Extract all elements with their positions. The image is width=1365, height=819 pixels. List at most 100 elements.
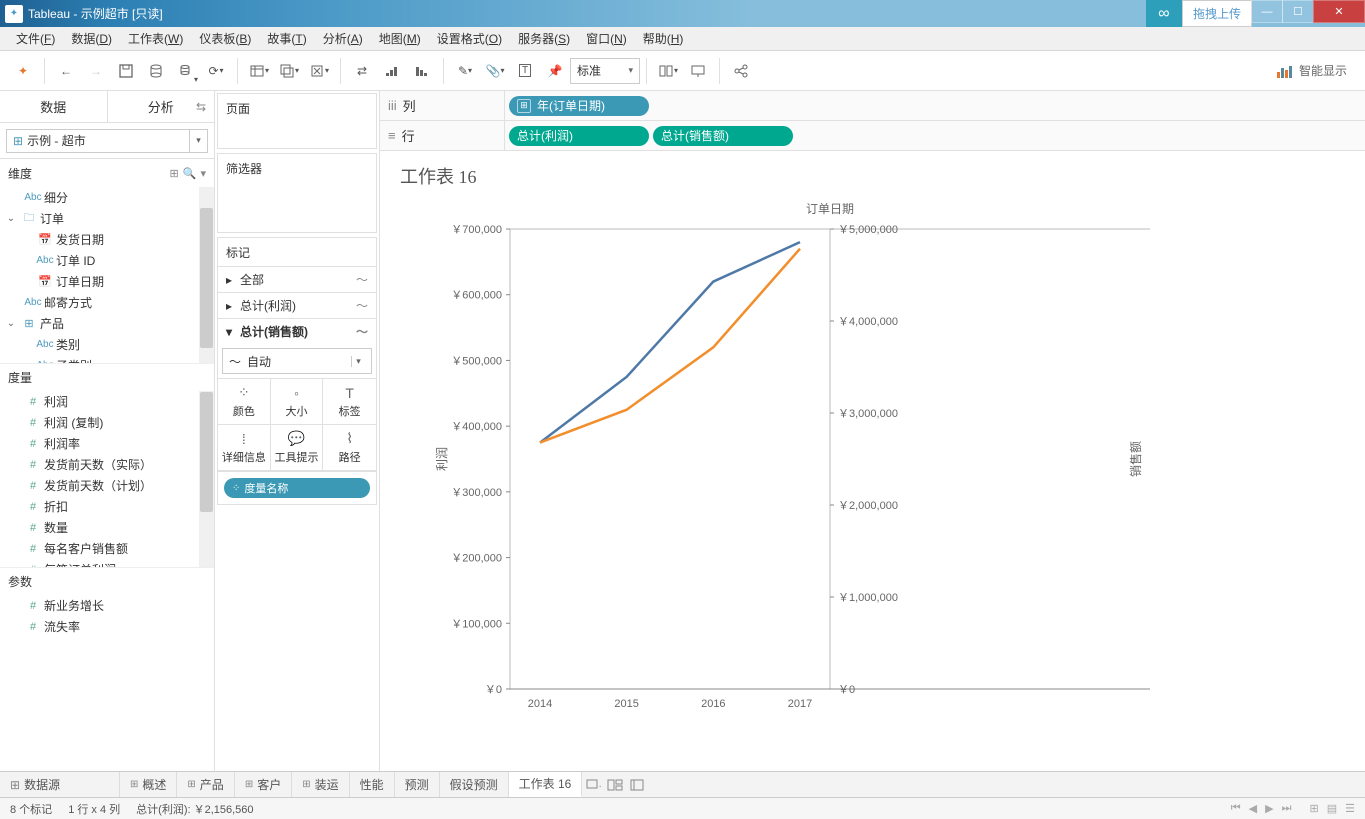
field-类别[interactable]: Abc类别 (0, 334, 214, 355)
fit-dropdown[interactable]: 标准▾ (570, 58, 640, 84)
field-子类别[interactable]: Abc子类别 (0, 355, 214, 363)
new-dashboard-tab-button[interactable] (604, 772, 626, 797)
field-订单 ID[interactable]: Abc订单 ID (0, 250, 214, 271)
mark-cell-路径[interactable]: ⌇路径 (323, 425, 376, 471)
sheet-tab-性能[interactable]: 性能 (350, 772, 395, 797)
nav-next-icon[interactable]: ▶ (1265, 802, 1273, 815)
clear-button[interactable]: ▾ (304, 56, 334, 86)
field-利润 (复制)[interactable]: #利润 (复制) (0, 412, 214, 433)
marks-sales[interactable]: ▾总计(销售额)〜 (218, 318, 376, 344)
menu-6[interactable]: 地图(M) (371, 27, 429, 50)
mark-cell-工具提示[interactable]: 💬工具提示 (271, 425, 324, 471)
show-me-button[interactable]: 智能显示 (1277, 62, 1357, 79)
view-list-icon[interactable]: ☰ (1345, 802, 1355, 815)
sheet-tab-装运[interactable]: ⊞装运 (292, 772, 349, 797)
highlight-button[interactable]: ✎▾ (450, 56, 480, 86)
nav-first-icon[interactable]: ⏮ (1231, 802, 1241, 815)
viz-title[interactable]: 工作表 16 (400, 163, 1345, 189)
menu-9[interactable]: 窗口(N) (578, 27, 635, 50)
group-button[interactable]: 📎▾ (480, 56, 510, 86)
new-worksheet-button[interactable]: ▾ (244, 56, 274, 86)
tableau-logo-icon[interactable]: ✦ (8, 56, 38, 86)
sheet-tab-预测[interactable]: 预测 (395, 772, 440, 797)
view-film-icon[interactable]: ▤ (1327, 802, 1337, 815)
field-每笔订单利润[interactable]: #每笔订单利润 (0, 559, 214, 567)
field-邮寄方式[interactable]: Abc邮寄方式 (0, 292, 214, 313)
maximize-button[interactable]: ☐ (1282, 0, 1314, 23)
mark-cell-颜色[interactable]: ⁘颜色 (218, 379, 271, 425)
mark-cell-大小[interactable]: ◦大小 (271, 379, 324, 425)
view-grid-icon[interactable]: ⊞ (1310, 802, 1319, 815)
menu-10[interactable]: 帮助(H) (635, 27, 692, 50)
param-流失率[interactable]: #流失率 (0, 616, 214, 637)
sort-asc-button[interactable] (377, 56, 407, 86)
new-worksheet-tab-button[interactable]: + (582, 772, 604, 797)
columns-shelf[interactable]: iii列 ⊞年(订单日期) (380, 91, 1365, 121)
menu-2[interactable]: 工作表(W) (120, 27, 191, 50)
nav-last-icon[interactable]: ⏭ (1282, 802, 1292, 815)
field-发货日期[interactable]: 📅发货日期 (0, 229, 214, 250)
mark-cell-详细信息[interactable]: ⁞详细信息 (218, 425, 271, 471)
sheet-tab-产品[interactable]: ⊞产品 (177, 772, 234, 797)
menu-0[interactable]: 文件(F) (8, 27, 63, 50)
refresh-button[interactable]: ⟳▾ (201, 56, 231, 86)
field-产品[interactable]: ⌄⊞产品 (0, 313, 214, 334)
datasource-dropdown-arrow[interactable]: ▾ (190, 129, 208, 153)
pill-sum-profit[interactable]: 总计(利润) (509, 126, 649, 146)
menu-8[interactable]: 服务器(S) (510, 27, 578, 50)
tab-datasource[interactable]: ⊞数据源 (0, 772, 120, 797)
search-icon[interactable]: 🔍 (183, 167, 197, 180)
pill-measure-names[interactable]: ⁘度量名称 (224, 478, 370, 498)
view-icon[interactable]: ⊞ (170, 167, 179, 180)
pause-refresh-button[interactable]: ▾ (171, 56, 201, 86)
pill-sum-sales[interactable]: 总计(销售额) (653, 126, 793, 146)
field-细分[interactable]: Abc细分 (0, 187, 214, 208)
viz-canvas[interactable]: 工作表 16 订单日期￥0￥100,000￥200,000￥300,000￥40… (380, 151, 1365, 771)
cloud-upload-button[interactable]: ∞ (1146, 0, 1182, 27)
field-发货前天数（实际）[interactable]: #发货前天数（实际） (0, 454, 214, 475)
pin-button[interactable]: 📌 (540, 56, 570, 86)
undo-button[interactable]: ← (51, 56, 81, 86)
scrollbar[interactable] (199, 187, 214, 363)
menu-5[interactable]: 分析(A) (315, 27, 371, 50)
sort-desc-button[interactable] (407, 56, 437, 86)
sheet-tab-假设预测[interactable]: 假设预测 (440, 772, 509, 797)
menu-7[interactable]: 设置格式(O) (429, 27, 510, 50)
field-发货前天数（计划）[interactable]: #发货前天数（计划） (0, 475, 214, 496)
scrollbar[interactable] (199, 391, 214, 567)
field-利润[interactable]: #利润 (0, 391, 214, 412)
nav-prev-icon[interactable]: ◀ (1249, 802, 1257, 815)
marks-profit[interactable]: ▸总计(利润)〜 (218, 292, 376, 318)
minimize-button[interactable]: — (1251, 0, 1283, 23)
field-每名客户销售额[interactable]: #每名客户销售额 (0, 538, 214, 559)
labels-button[interactable]: T (510, 56, 540, 86)
close-button[interactable]: ✕ (1313, 0, 1365, 23)
show-cards-button[interactable]: ▾ (653, 56, 683, 86)
field-订单[interactable]: ⌄🗀订单 (0, 208, 214, 229)
field-数量[interactable]: #数量 (0, 517, 214, 538)
mark-cell-标签[interactable]: T标签 (323, 379, 376, 425)
sheet-tab-客户[interactable]: ⊞客户 (235, 772, 292, 797)
field-订单日期[interactable]: 📅订单日期 (0, 271, 214, 292)
share-button[interactable] (726, 56, 756, 86)
tab-data[interactable]: 数据 (0, 91, 108, 122)
duplicate-button[interactable]: ▾ (274, 56, 304, 86)
menu-icon[interactable]: ▾ (200, 167, 206, 180)
redo-button[interactable]: → (81, 56, 111, 86)
menu-4[interactable]: 故事(T) (259, 27, 314, 50)
datasource-dropdown[interactable]: ⊞ 示例 - 超市 (6, 129, 190, 153)
menu-1[interactable]: 数据(D) (63, 27, 120, 50)
drag-upload-button[interactable]: 拖拽上传 (1182, 0, 1252, 27)
field-利润率[interactable]: #利润率 (0, 433, 214, 454)
tab-analytics[interactable]: 分析⇆ (108, 91, 215, 122)
rows-shelf[interactable]: ≡行 总计(利润) 总计(销售额) (380, 121, 1365, 151)
field-折扣[interactable]: #折扣 (0, 496, 214, 517)
filters-shelf[interactable]: 筛选器 (217, 153, 377, 233)
swap-button[interactable]: ⇄ (347, 56, 377, 86)
param-新业务增长[interactable]: #新业务增长 (0, 595, 214, 616)
mark-type-dropdown[interactable]: 〜自动▾ (222, 348, 372, 374)
sheet-tab-工作表 16[interactable]: 工作表 16 (509, 772, 583, 797)
menu-3[interactable]: 仪表板(B) (191, 27, 259, 50)
new-datasource-button[interactable] (141, 56, 171, 86)
sheet-tab-概述[interactable]: ⊞概述 (120, 772, 177, 797)
